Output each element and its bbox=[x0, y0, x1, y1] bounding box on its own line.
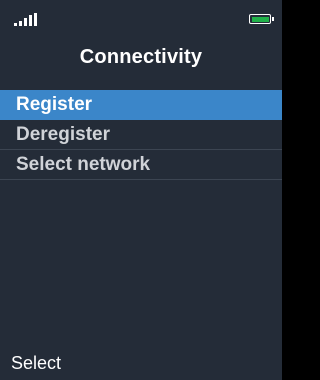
signal-strength-icon bbox=[14, 12, 42, 26]
page-title: Connectivity bbox=[79, 46, 203, 68]
menu-item-deregister[interactable]: Deregister bbox=[0, 120, 282, 150]
battery-icon bbox=[249, 14, 274, 24]
select-softkey[interactable]: Select bbox=[11, 353, 61, 374]
status-bar bbox=[0, 0, 282, 30]
menu-item-register[interactable]: Register bbox=[0, 90, 282, 120]
menu-list: Register Deregister Select network bbox=[0, 90, 282, 180]
menu-item-select-network[interactable]: Select network bbox=[0, 150, 282, 180]
phone-screen: Connectivity Register Deregister Select … bbox=[0, 0, 282, 380]
